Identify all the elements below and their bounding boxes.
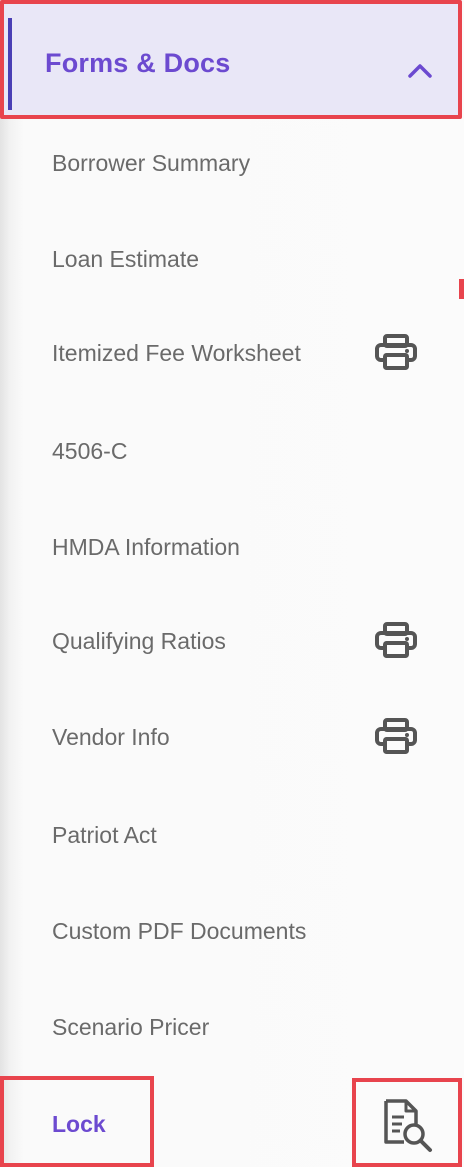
sidebar-item-label: Itemized Fee Worksheet — [52, 340, 301, 366]
active-section-indicator — [8, 18, 12, 110]
sidebar-item-hmda-information[interactable]: HMDA Information — [0, 516, 464, 576]
sidebar-item-scenario-pricer[interactable]: Scenario Pricer — [0, 996, 464, 1056]
sidebar-item-label: Loan Estimate — [52, 246, 200, 272]
sidebar-item-patriot-act[interactable]: Patriot Act — [0, 804, 464, 864]
highlight-edge-marker — [459, 279, 464, 299]
sidebar-item-loan-estimate[interactable]: Loan Estimate — [0, 228, 464, 288]
sidebar-item-lock[interactable]: Lock — [0, 1076, 154, 1167]
sidebar-item-label: Qualifying Ratios — [52, 628, 226, 654]
sidebar-item-label: 4506-C — [52, 438, 128, 464]
sidebar-item-label: Custom PDF Documents — [52, 918, 307, 944]
forms-docs-sidebar: Forms & Docs Borrower Summary Loan Estim… — [0, 0, 464, 1167]
sidebar-item-borrower-summary[interactable]: Borrower Summary — [0, 132, 464, 192]
print-icon[interactable] — [374, 718, 418, 754]
sidebar-item-qualifying-ratios[interactable]: Qualifying Ratios — [0, 610, 464, 670]
sidebar-item-label: Vendor Info — [52, 724, 170, 750]
forms-docs-section-header[interactable]: Forms & Docs — [0, 0, 462, 119]
sidebar-item-label: Lock — [52, 1111, 106, 1137]
sidebar-item-itemized-fee-worksheet[interactable]: Itemized Fee Worksheet — [0, 322, 464, 382]
sidebar-item-label: Borrower Summary — [52, 150, 251, 176]
chevron-up-icon[interactable] — [405, 56, 435, 86]
sidebar-item-custom-pdf-documents[interactable]: Custom PDF Documents — [0, 900, 464, 960]
print-icon[interactable] — [374, 622, 418, 658]
document-search-icon — [382, 1098, 434, 1154]
document-search-button[interactable] — [352, 1078, 462, 1167]
sidebar-item-label: HMDA Information — [52, 534, 240, 560]
print-icon[interactable] — [374, 334, 418, 370]
sidebar-item-4506-c[interactable]: 4506-C — [0, 420, 464, 480]
section-title: Forms & Docs — [45, 48, 231, 78]
sidebar-item-label: Patriot Act — [52, 822, 157, 848]
sidebar-item-label: Scenario Pricer — [52, 1014, 210, 1040]
sidebar-item-vendor-info[interactable]: Vendor Info — [0, 706, 464, 766]
